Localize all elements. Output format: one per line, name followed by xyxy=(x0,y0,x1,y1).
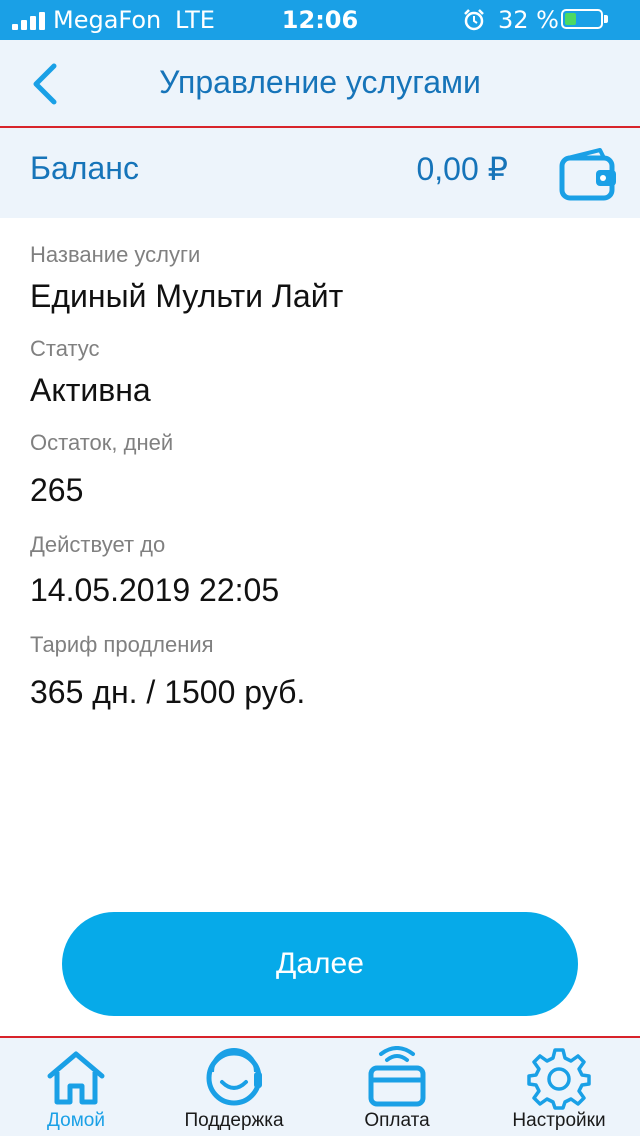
days-left-field: Остаток, дней 265 xyxy=(30,430,173,509)
battery-tip xyxy=(604,15,608,23)
days-left-label: Остаток, дней xyxy=(30,430,174,455)
balance-bar: Баланс 0,00 ₽ xyxy=(0,128,640,218)
balance-label: Баланс xyxy=(30,150,139,186)
nav-bar: Управление услугами xyxy=(0,40,640,128)
status-value: Активна xyxy=(30,372,151,408)
service-name-label: Название услуги xyxy=(30,242,201,267)
tab-payment-label: Оплата xyxy=(364,1110,430,1131)
page-title: Управление услугами xyxy=(159,64,481,100)
next-button[interactable]: Далее xyxy=(62,912,578,1016)
days-left-value: 265 xyxy=(30,472,84,508)
alarm-icon xyxy=(462,8,486,38)
valid-until-value: 14.05.2019 22:05 xyxy=(30,572,280,608)
wallet-icon[interactable] xyxy=(558,146,618,202)
tab-support-label: Поддержка xyxy=(184,1110,284,1131)
status-field: Статус Активна xyxy=(30,336,151,409)
status-label: Статус xyxy=(30,336,100,361)
service-name-field: Название услуги Единый Мульти Лайт xyxy=(30,242,343,315)
battery-icon xyxy=(561,9,603,29)
renewal-label: Тариф продления xyxy=(30,632,214,657)
payment-card-icon xyxy=(368,1046,426,1107)
tab-home-label: Домой xyxy=(47,1110,105,1131)
valid-until-label: Действует до xyxy=(30,532,166,557)
support-icon xyxy=(206,1048,262,1106)
tab-payment[interactable]: Оплата xyxy=(316,1038,478,1136)
tab-home[interactable]: Домой xyxy=(0,1038,152,1136)
home-icon xyxy=(47,1051,105,1105)
service-name-value: Единый Мульти Лайт xyxy=(30,278,344,314)
valid-until-field: Действует до 14.05.2019 22:05 xyxy=(30,532,279,609)
tab-settings[interactable]: Настройки xyxy=(478,1038,640,1136)
status-bar: MegaFon LTE 12:06 32 % xyxy=(0,0,640,40)
tab-settings-label: Настройки xyxy=(512,1110,606,1131)
tab-support[interactable]: Поддержка xyxy=(152,1038,316,1136)
balance-amount: 0,00 ₽ xyxy=(416,151,508,187)
tab-bar: Домой Поддержка Оплата Настройки xyxy=(0,1036,640,1136)
renewal-field: Тариф продления 365 дн. / 1500 руб. xyxy=(30,632,305,711)
gear-icon xyxy=(527,1048,591,1110)
battery-percent: 32 % xyxy=(498,6,559,34)
renewal-value: 365 дн. / 1500 руб. xyxy=(30,674,306,710)
